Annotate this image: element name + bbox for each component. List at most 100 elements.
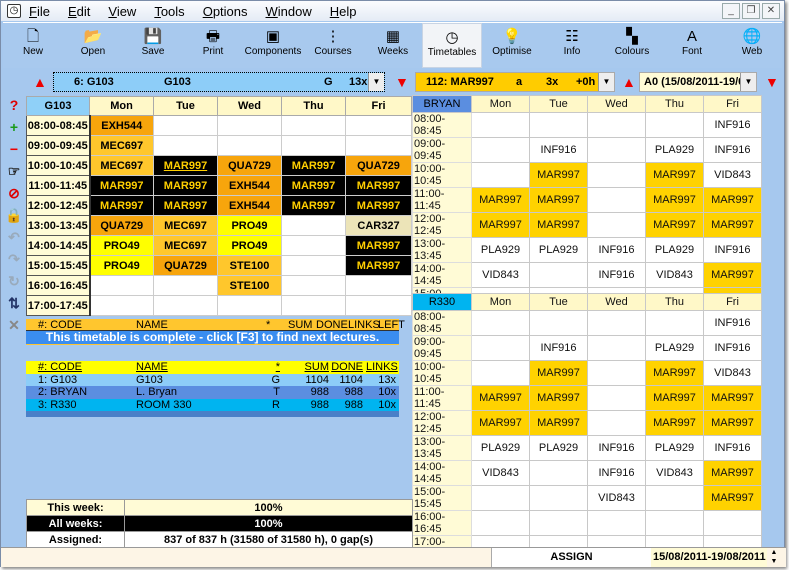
toolbar-components-button[interactable]: ▣ Components xyxy=(243,23,303,68)
timetable-cell[interactable] xyxy=(587,187,646,213)
timetable-cell[interactable] xyxy=(471,485,530,511)
timetable-cell[interactable] xyxy=(217,135,282,156)
toolbar-new-button[interactable]: 🗋 New xyxy=(3,23,63,68)
course-selector[interactable]: 112: MAR997 a 3x +0h ▼ xyxy=(415,72,615,92)
timetable-cell[interactable] xyxy=(281,235,346,256)
timetable-cell[interactable]: INF916 xyxy=(587,262,646,288)
redo-icon[interactable]: ↷ xyxy=(4,251,24,273)
timetable-cell[interactable]: MAR997 xyxy=(153,175,218,196)
timetable-cell[interactable]: INF916 xyxy=(587,237,646,263)
timetable-cell[interactable]: PLA929 xyxy=(645,237,704,263)
timetable-cell[interactable] xyxy=(471,360,530,386)
remove-icon[interactable]: − xyxy=(4,141,24,163)
help-icon[interactable]: ? xyxy=(4,97,24,119)
timetable-cell[interactable] xyxy=(89,275,154,296)
timetable-cell[interactable]: PLA929 xyxy=(645,435,704,461)
toolbar-info-button[interactable]: ☷ Info xyxy=(542,23,602,68)
timetable-cell[interactable] xyxy=(587,310,646,336)
lock-icon[interactable]: 🔒 xyxy=(4,207,24,229)
timetable-cell[interactable] xyxy=(471,310,530,336)
timetable-cell[interactable] xyxy=(645,485,704,511)
timetable-cell[interactable]: MAR997 xyxy=(703,485,762,511)
menu-window[interactable]: Window xyxy=(266,4,312,19)
timetable-cell[interactable]: EXH544 xyxy=(217,195,282,216)
timetable-cell[interactable] xyxy=(345,275,412,296)
timetable-cell[interactable]: PLA929 xyxy=(529,237,588,263)
timetable-cell[interactable]: INF916 xyxy=(587,435,646,461)
timetable-cell[interactable] xyxy=(217,115,282,136)
timetable-cell[interactable]: MAR997 xyxy=(529,212,588,238)
timetable-cell[interactable] xyxy=(587,510,646,536)
timetable-cell[interactable]: MAR997 xyxy=(471,385,530,411)
timetable-cell[interactable]: STE100 xyxy=(217,275,282,296)
timetable-cell[interactable] xyxy=(529,510,588,536)
toolbar-timetables-button[interactable]: ◷ Timetables xyxy=(422,23,482,68)
list-item[interactable]: 2: BRYAN L. Bryan T 988 988 10x xyxy=(26,386,399,399)
timetable-cell[interactable] xyxy=(153,135,218,156)
timetable-cell[interactable] xyxy=(345,135,412,156)
previous-up-arrow-icon[interactable]: ▲ xyxy=(33,74,47,90)
timetable-cell[interactable]: INF916 xyxy=(703,112,762,138)
list-item[interactable]: 1: G103 G103 G 1104 1104 13x xyxy=(26,373,399,386)
timetable-cell[interactable] xyxy=(529,112,588,138)
timetable-cell[interactable] xyxy=(645,112,704,138)
timetable-cell[interactable]: PRO49 xyxy=(217,215,282,236)
timetable-cell[interactable]: MAR997 xyxy=(281,155,346,176)
timetable-cell[interactable]: MAR997 xyxy=(645,360,704,386)
timetable-cell[interactable]: MAR997 xyxy=(703,212,762,238)
timetable-cell[interactable] xyxy=(471,162,530,188)
pointer-hand-icon[interactable]: ☞ xyxy=(4,163,24,185)
timetable-cell[interactable] xyxy=(471,510,530,536)
timetable-cell[interactable] xyxy=(529,485,588,511)
toolbar-weeks-button[interactable]: ▦ Weeks xyxy=(363,23,423,68)
timetable-cell[interactable]: PRO49 xyxy=(89,235,154,256)
timetable-cell[interactable]: MEC697 xyxy=(89,155,154,176)
toolbar-print-button[interactable]: 🖶 Print xyxy=(183,23,243,68)
add-icon[interactable]: + xyxy=(4,119,24,141)
timetable-cell[interactable]: MAR997 xyxy=(645,410,704,436)
menu-tools[interactable]: Tools xyxy=(154,4,184,19)
chevron-down-icon[interactable]: ▼ xyxy=(598,73,614,91)
toolbar-save-button[interactable]: 💾 Save xyxy=(123,23,183,68)
timetable-cell[interactable]: MAR997 xyxy=(645,162,704,188)
timetable-cell[interactable] xyxy=(217,295,282,316)
timetable-cell[interactable] xyxy=(587,360,646,386)
timetable-cell[interactable]: VID843 xyxy=(471,262,530,288)
timetable-cell[interactable]: STE100 xyxy=(217,255,282,276)
timetable-cell[interactable]: INF916 xyxy=(703,137,762,163)
timetable-cell[interactable] xyxy=(345,115,412,136)
timetable-cell[interactable]: MAR997 xyxy=(645,385,704,411)
toolbar-optimise-button[interactable]: 💡 Optimise xyxy=(482,23,542,68)
timetable-cell[interactable]: PLA929 xyxy=(471,435,530,461)
undo-icon[interactable]: ↶ xyxy=(4,229,24,251)
timetable-cell[interactable] xyxy=(703,510,762,536)
timetable-cell[interactable]: MAR997 xyxy=(153,155,218,176)
timetable-cell[interactable]: PLA929 xyxy=(645,137,704,163)
forbidden-icon[interactable]: ⊘ xyxy=(4,185,24,207)
timetable-cell[interactable] xyxy=(153,115,218,136)
timetable-cell[interactable] xyxy=(587,212,646,238)
date-spinner[interactable]: ▲ ▼ xyxy=(767,548,781,567)
timetable-cell[interactable]: QUA729 xyxy=(217,155,282,176)
timetable-cell[interactable]: VID843 xyxy=(703,360,762,386)
timetable-cell[interactable]: VID843 xyxy=(645,460,704,486)
timetable-cell[interactable] xyxy=(529,460,588,486)
timetable-cell[interactable] xyxy=(471,137,530,163)
timetable-cell[interactable] xyxy=(281,115,346,136)
timetable-cell[interactable]: MAR997 xyxy=(703,385,762,411)
menu-edit[interactable]: Edit xyxy=(68,4,90,19)
menu-view[interactable]: View xyxy=(108,4,136,19)
timetable-cell[interactable]: INF916 xyxy=(703,310,762,336)
timetable-cell[interactable]: QUA729 xyxy=(345,155,412,176)
minimize-button[interactable]: _ xyxy=(722,3,740,19)
timetable-cell[interactable]: CAR327 xyxy=(345,215,412,236)
timetable-cell[interactable] xyxy=(471,335,530,361)
toolbar-open-button[interactable]: 📂 Open xyxy=(63,23,123,68)
menu-help[interactable]: Help xyxy=(330,4,357,19)
timetable-cell[interactable]: INF916 xyxy=(703,237,762,263)
timetable-cell[interactable]: MAR997 xyxy=(281,175,346,196)
timetable-cell[interactable]: PRO49 xyxy=(217,235,282,256)
timetable-cell[interactable]: INF916 xyxy=(703,435,762,461)
timetable-cell[interactable]: MAR997 xyxy=(471,212,530,238)
toolbar-courses-button[interactable]: ⋮ Courses xyxy=(303,23,363,68)
